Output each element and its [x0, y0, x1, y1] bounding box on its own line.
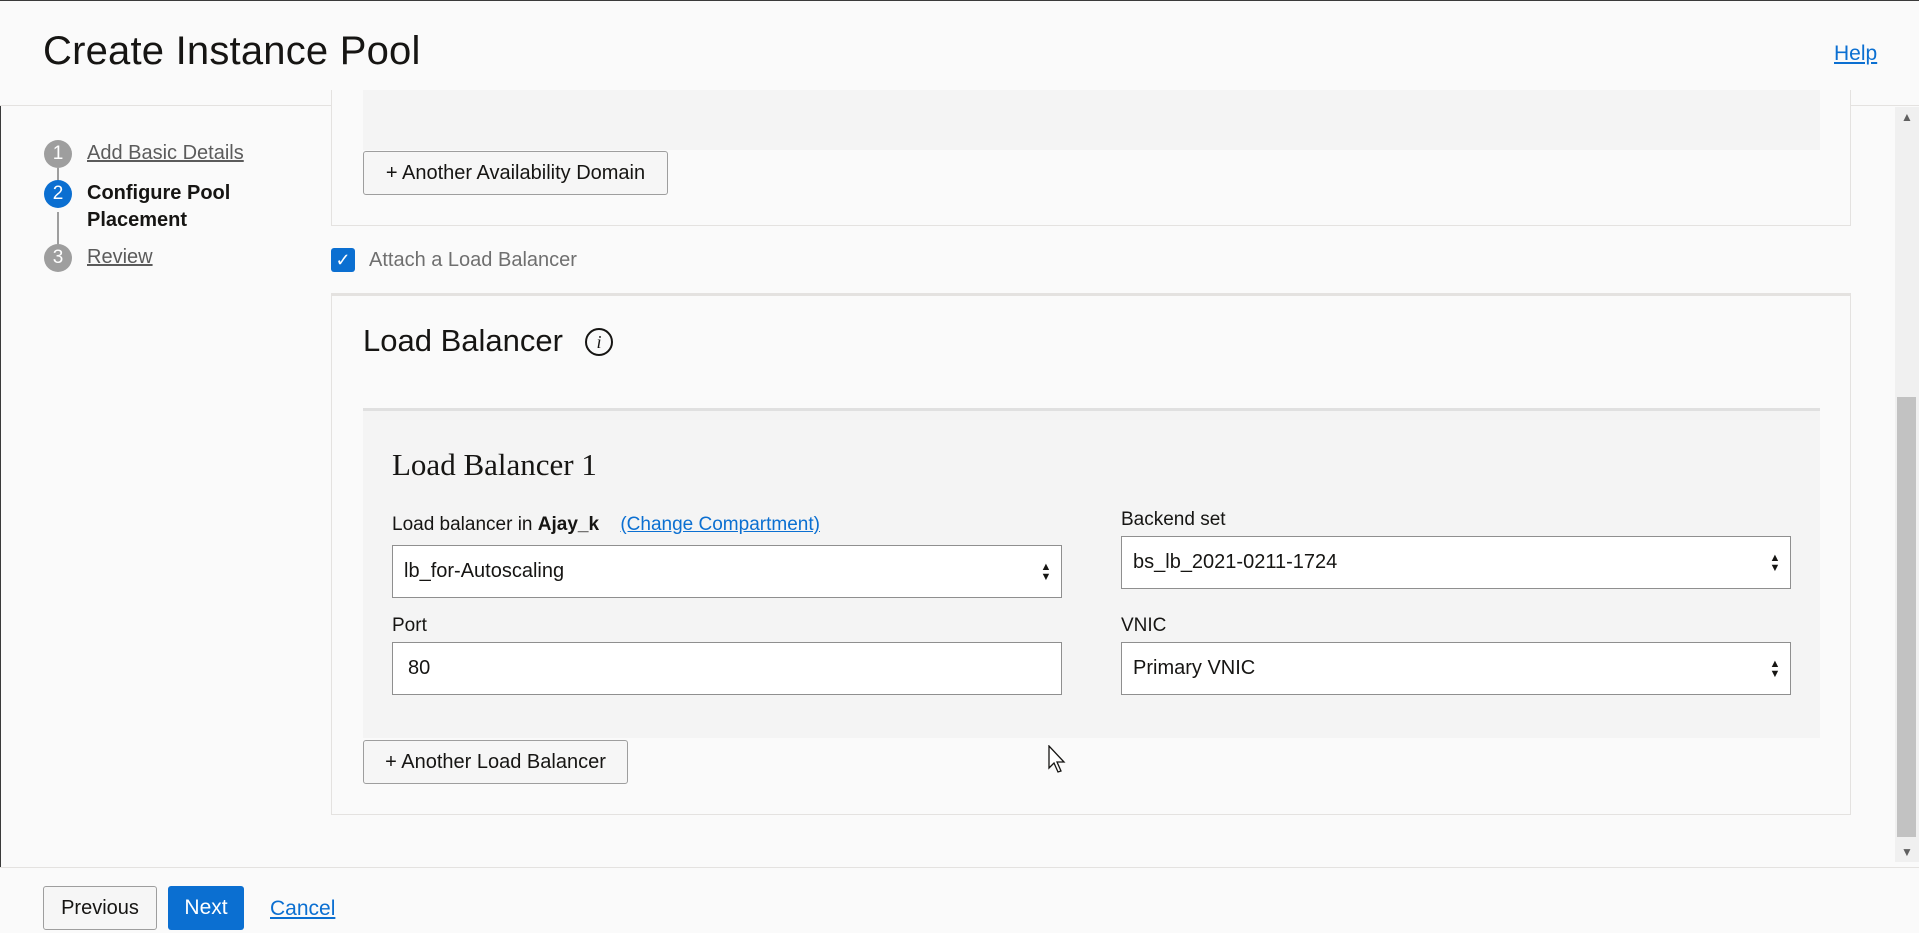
availability-domain-card	[363, 90, 1820, 150]
window-left-border	[0, 106, 1, 867]
load-balancer-card: Load Balancer 1 Load balancer in Ajay_k …	[363, 408, 1820, 738]
attach-load-balancer-checkbox[interactable]: ✓	[331, 248, 355, 272]
step-configure-pool-placement: 2 Configure Pool Placement	[44, 180, 244, 234]
cancel-link[interactable]: Cancel	[270, 897, 335, 921]
step-number: 3	[44, 244, 72, 272]
mouse-cursor-icon	[1048, 745, 1066, 773]
step-add-basic-details[interactable]: 1 Add Basic Details	[44, 140, 244, 168]
scrollbar-thumb[interactable]	[1897, 397, 1916, 837]
backend-set-select[interactable]: bs_lb_2021-0211-1724 ▲ ▼	[1121, 536, 1791, 589]
scroll-up-arrow-icon[interactable]: ▲	[1895, 107, 1919, 127]
info-icon[interactable]: i	[585, 328, 613, 356]
select-value: bs_lb_2021-0211-1724	[1133, 551, 1338, 573]
port-label: Port	[392, 615, 427, 636]
step-label[interactable]: Review	[87, 244, 153, 272]
vnic-label: VNIC	[1121, 615, 1167, 636]
label-prefix: Load balancer in	[392, 514, 533, 535]
select-value: lb_for-Autoscaling	[404, 560, 565, 582]
change-compartment-link[interactable]: (Change Compartment)	[620, 514, 820, 535]
step-number: 2	[44, 180, 72, 208]
load-balancer-select[interactable]: lb_for-Autoscaling ▲ ▼	[392, 545, 1062, 598]
step-number: 1	[44, 140, 72, 168]
updown-icon: ▲ ▼	[1769, 552, 1781, 574]
input-value: 80	[408, 657, 431, 679]
vnic-select[interactable]: Primary VNIC ▲ ▼	[1121, 642, 1791, 695]
help-link[interactable]: Help	[1834, 42, 1877, 66]
load-balancer-field-label: Load balancer in Ajay_k (Change Compartm…	[392, 514, 820, 536]
vertical-scrollbar[interactable]: ▲ ▼	[1895, 107, 1919, 862]
load-balancer-panel: Load Balancer i Load Balancer 1 Load bal…	[331, 293, 1851, 815]
step-review[interactable]: 3 Review	[44, 244, 153, 272]
select-value: Primary VNIC	[1133, 657, 1256, 679]
card-title: Load Balancer 1	[392, 447, 597, 482]
attach-load-balancer-label: Attach a Load Balancer	[369, 248, 577, 271]
next-button[interactable]: Next	[168, 886, 244, 930]
compartment-name: Ajay_k	[537, 514, 600, 535]
wizard-footer: Previous Next Cancel	[0, 867, 1919, 933]
add-load-balancer-button[interactable]: + Another Load Balancer	[363, 740, 628, 784]
scroll-down-arrow-icon[interactable]: ▼	[1895, 842, 1919, 862]
availability-domain-panel: + Another Availability Domain	[331, 90, 1851, 226]
backend-set-label: Backend set	[1121, 509, 1226, 530]
updown-icon: ▲ ▼	[1769, 658, 1781, 680]
step-label[interactable]: Add Basic Details	[87, 140, 244, 168]
section-title: Load Balancer	[363, 323, 563, 358]
attach-load-balancer-row[interactable]: ✓ Attach a Load Balancer	[331, 248, 577, 272]
add-availability-domain-button[interactable]: + Another Availability Domain	[363, 151, 668, 195]
page-title: Create Instance Pool	[43, 29, 421, 73]
port-input[interactable]: 80	[392, 642, 1062, 695]
updown-icon: ▲ ▼	[1040, 561, 1052, 583]
step-label: Configure Pool Placement	[87, 182, 231, 231]
previous-button[interactable]: Previous	[43, 886, 157, 930]
